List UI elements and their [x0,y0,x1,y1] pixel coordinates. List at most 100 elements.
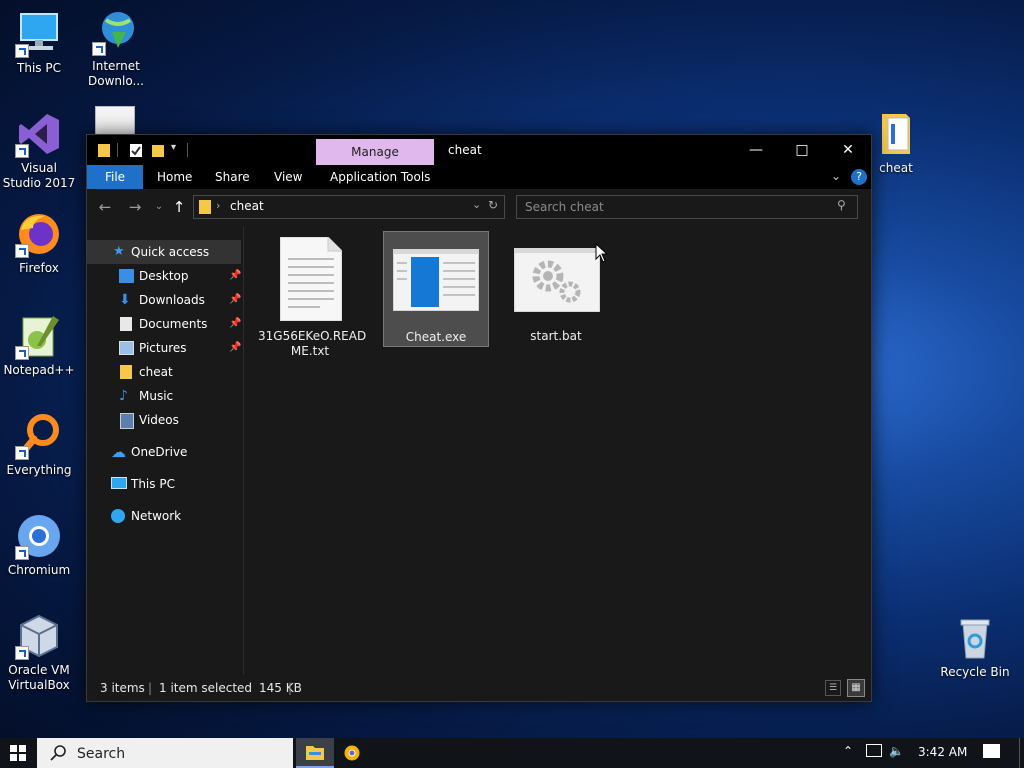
desktop-icon-visual-studio[interactable]: Visual Studio 2017 [1,110,77,191]
desktop-icon-label: Internet Downlo... [88,59,144,88]
folder-icon [199,200,211,214]
nav-item-documents[interactable]: Documents 📌 [87,312,241,336]
status-item-count: 3 items [100,681,145,695]
tab-file[interactable]: File [87,165,143,189]
computer-icon [111,477,127,489]
everything-search-icon [15,412,63,460]
file-name: 31G56EKeO.READ [258,329,367,343]
desktop-icon-chromium[interactable]: Chromium [1,512,77,578]
taskbar-search-input[interactable] [75,744,279,764]
new-folder-icon[interactable] [151,142,165,158]
navigation-pane: ★ Quick access Desktop 📌 ⬇ Downloads 📌 D… [87,227,244,675]
search-input[interactable] [523,198,827,216]
tab-home[interactable]: Home [157,165,192,189]
nav-item-label: Downloads [139,293,205,307]
nav-item-label: Quick access [131,245,210,259]
desktop-icon-internet-download-manager[interactable]: Internet Downlo... [78,8,154,89]
start-button[interactable] [0,738,36,768]
desktop-icon-virtualbox[interactable]: Oracle VM VirtualBox [1,612,77,693]
nav-item-quick-access[interactable]: ★ Quick access [87,240,241,264]
nav-item-label: Desktop [139,269,189,283]
taskbar-chromium[interactable] [336,738,368,768]
nav-item-pictures[interactable]: Pictures 📌 [87,336,241,360]
desktop-icon-this-pc[interactable]: This PC [1,10,77,76]
nav-item-onedrive[interactable]: ☁ OneDrive [87,440,241,464]
details-view-button[interactable]: ☰ [825,680,841,696]
nav-item-label: Pictures [139,341,187,355]
breadcrumb-current-folder[interactable]: cheat [230,199,264,213]
customize-quick-access-icon[interactable]: ▾ [171,142,176,153]
file-item-cheat-exe[interactable]: Cheat.exe [383,231,489,347]
separator [117,143,118,157]
nav-item-label: Network [131,509,182,523]
volume-muted-icon[interactable]: 🔈 [889,744,904,758]
back-button[interactable]: ← [95,197,115,217]
file-list[interactable]: 31G56EKeO.READ ME.txt Cheat.exe start.ba… [244,227,870,675]
pictures-icon [119,341,134,355]
nav-item-network[interactable]: Network [87,504,241,528]
desktop-icon [119,269,134,283]
show-hidden-icons-chevron-icon[interactable]: ⌃ [843,744,853,758]
network-status-icon[interactable] [866,744,882,757]
nav-item-desktop[interactable]: Desktop 📌 [87,264,241,288]
title-bar[interactable]: ▾ Manage cheat — □ ✕ [87,135,871,165]
minimize-icon: — [749,142,763,158]
maximize-button[interactable]: □ [779,135,825,165]
recent-locations-button[interactable]: ⌄ [149,197,169,217]
application-window-icon [393,249,479,311]
search-icon[interactable]: ⚲ [837,198,846,212]
desktop-icon-label: This PC [17,61,61,75]
taskbar: ⌃ 🔈 3:42 AM [0,738,1024,768]
desktop-icon-label: Oracle VM VirtualBox [8,663,70,692]
tab-application-tools[interactable]: Application Tools [330,165,430,189]
desktop-icon-everything[interactable]: Everything [1,412,77,478]
tab-view[interactable]: View [274,165,302,189]
desktop-icon-label: Chromium [7,563,71,577]
tab-share[interactable]: Share [215,165,250,189]
nav-item-cheat[interactable]: cheat [87,360,241,384]
properties-checkmark-icon[interactable] [129,142,143,158]
visual-studio-icon [15,110,63,158]
address-dropdown-icon[interactable]: ⌄ [472,198,481,211]
desktop-file-icon-partial[interactable] [95,106,135,136]
file-explorer-window[interactable]: ▾ Manage cheat — □ ✕ File Home Share Vie… [86,134,872,702]
forward-button[interactable]: → [125,197,145,217]
folder-icon [120,365,132,379]
file-item-readme[interactable]: 31G56EKeO.READ ME.txt [258,231,367,358]
network-icon [111,509,125,523]
this-pc-icon [15,10,63,58]
windows-logo-icon [10,745,26,761]
chromium-icon [15,512,63,560]
desktop-icon-notepad-plus-plus[interactable]: Notepad++ [1,312,77,378]
recycle-bin-icon [951,614,999,662]
nav-item-downloads[interactable]: ⬇ Downloads 📌 [87,288,241,312]
address-bar[interactable]: › cheat ⌄ ↻ [193,195,505,219]
clock[interactable]: 3:42 AM [918,745,967,759]
up-button[interactable]: ↑ [169,197,189,217]
taskbar-file-explorer[interactable] [296,738,334,768]
nav-item-this-pc[interactable]: This PC [87,472,241,496]
close-button[interactable]: ✕ [825,135,871,165]
large-icons-view-button[interactable]: ▦ [847,679,865,697]
desktop-icon-recycle-bin[interactable]: Recycle Bin [937,614,1013,680]
nav-item-videos[interactable]: Videos [87,408,241,432]
show-desktop-button[interactable] [1019,738,1024,768]
desktop-icon-firefox[interactable]: Firefox [1,210,77,276]
action-center-icon[interactable] [983,744,1000,758]
minimize-button[interactable]: — [733,135,779,165]
nav-item-label: OneDrive [131,445,188,459]
refresh-icon[interactable]: ↻ [488,198,498,212]
file-explorer-icon [306,746,324,760]
help-icon[interactable]: ? [851,169,867,185]
breadcrumb-chevron-icon: › [216,199,221,212]
nav-item-music[interactable]: ♪ Music [87,384,241,408]
expand-ribbon-chevron-icon[interactable]: ⌄ [831,169,841,183]
chevron-down-icon: ⌄ [154,201,164,212]
taskbar-search-box[interactable] [37,738,293,768]
separator [187,143,188,157]
tab-manage[interactable]: Manage [316,139,434,165]
search-box[interactable]: ⚲ [516,195,858,219]
address-row: ← → ⌄ ↑ › cheat ⌄ ↻ ⚲ [87,189,871,225]
file-item-start-bat[interactable]: start.bat [504,231,608,345]
file-name: start.bat [530,329,582,343]
